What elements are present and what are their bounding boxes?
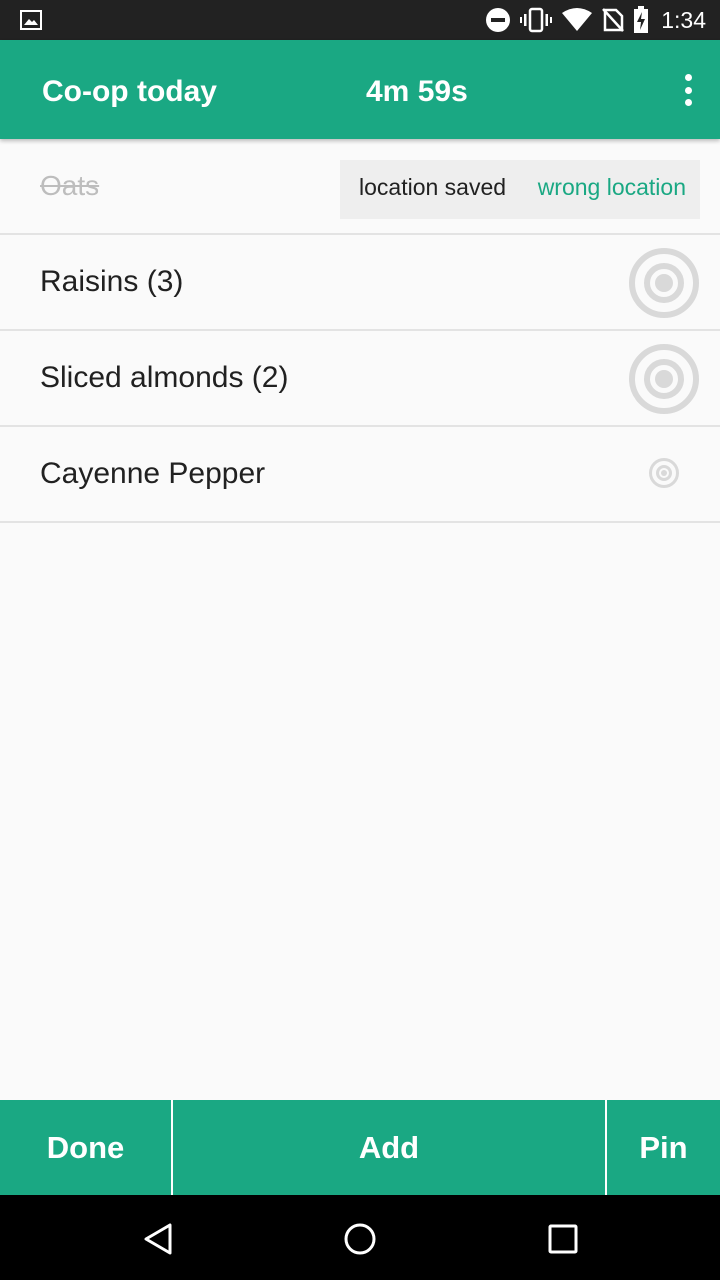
timer-label: 4m 59s bbox=[366, 75, 468, 108]
list-item-label: Sliced almonds (2) bbox=[40, 361, 289, 394]
status-bar: 1:34 bbox=[0, 0, 720, 40]
list-item-label: Cayenne Pepper bbox=[40, 457, 266, 490]
pin-button[interactable]: Pin bbox=[607, 1100, 720, 1195]
do-not-disturb-icon bbox=[486, 8, 511, 32]
list-item[interactable]: Cayenne Pepper bbox=[0, 427, 720, 523]
battery-charging-icon bbox=[634, 6, 649, 33]
overflow-menu-icon[interactable] bbox=[682, 74, 694, 106]
home-icon[interactable] bbox=[342, 1221, 378, 1257]
location-target-icon[interactable] bbox=[629, 344, 699, 414]
location-target-icon[interactable] bbox=[649, 458, 679, 488]
list-item-label: Oats bbox=[40, 170, 100, 201]
add-button[interactable]: Add bbox=[173, 1100, 607, 1195]
navigation-bar bbox=[0, 1195, 720, 1280]
recents-icon[interactable] bbox=[545, 1221, 581, 1257]
bottom-action-bar: Done Add Pin bbox=[0, 1100, 720, 1195]
list-item[interactable]: Raisins (3) bbox=[0, 235, 720, 331]
page-title: Co-op today bbox=[42, 75, 217, 108]
vibrate-icon bbox=[520, 7, 553, 33]
wrong-location-button[interactable]: wrong location bbox=[538, 160, 686, 215]
list-item[interactable]: Oats location saved wrong location bbox=[0, 139, 720, 235]
shopping-list: Oats location saved wrong location Raisi… bbox=[0, 139, 720, 523]
done-button[interactable]: Done bbox=[0, 1100, 173, 1195]
app-bar: Co-op today 4m 59s bbox=[0, 40, 720, 139]
status-time: 1:34 bbox=[661, 6, 706, 33]
wifi-icon bbox=[562, 8, 593, 31]
snackbar: location saved wrong location bbox=[340, 160, 700, 219]
no-sim-icon bbox=[602, 8, 625, 32]
image-notification-icon bbox=[20, 10, 42, 30]
snackbar-message: location saved bbox=[359, 174, 507, 200]
list-item[interactable]: Sliced almonds (2) bbox=[0, 331, 720, 427]
back-icon[interactable] bbox=[140, 1221, 176, 1257]
list-item-label: Raisins (3) bbox=[40, 265, 184, 298]
location-target-icon[interactable] bbox=[629, 248, 699, 318]
